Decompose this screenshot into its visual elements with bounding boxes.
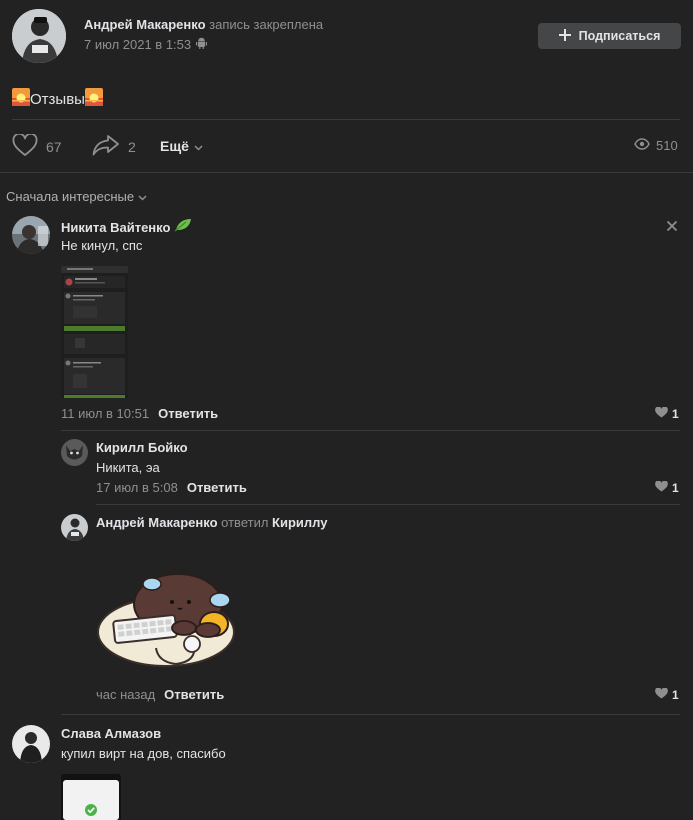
reply-author[interactable]: Андрей Макаренко — [96, 515, 218, 530]
comment-date[interactable]: 11 июл в 10:51 — [61, 406, 149, 421]
subscribe-button[interactable]: Подписаться — [538, 23, 681, 49]
reply-date[interactable]: час назад — [96, 687, 155, 702]
heart-icon — [655, 406, 668, 421]
post-author-name[interactable]: Андрей Макаренко — [84, 17, 206, 32]
comments-sort-dropdown[interactable]: Сначала интересные — [6, 189, 147, 204]
divider — [61, 714, 680, 715]
post-like-button[interactable]: 67 — [12, 132, 62, 160]
comment-text: Не кинул, спс — [61, 238, 143, 253]
reply-text: Никита, эа — [96, 460, 160, 475]
share-arrow-icon — [92, 134, 120, 159]
comment-avatar[interactable] — [12, 725, 50, 763]
leaf-badge-icon — [174, 218, 192, 237]
heart-icon — [655, 480, 668, 495]
replied-word: ответил — [221, 515, 269, 530]
post-date[interactable]: 7 июл 2021 в 1:53 — [84, 37, 191, 52]
reply-avatar[interactable] — [61, 439, 88, 466]
chevron-down-icon — [138, 189, 147, 204]
post-text: Отзывы — [30, 90, 85, 108]
heart-icon — [12, 132, 38, 160]
post-share-button[interactable]: 2 — [92, 134, 136, 159]
heart-icon — [655, 687, 668, 702]
comment-avatar[interactable] — [12, 216, 50, 254]
reply-button[interactable]: Ответить — [164, 687, 224, 702]
comment-text: купил вирт на дов, спасибо — [61, 746, 226, 761]
divider — [0, 172, 693, 173]
comment-attachment-image[interactable] — [61, 266, 128, 398]
post-view-count: 510 — [656, 138, 678, 153]
comment-like-button[interactable]: 1 — [655, 406, 679, 421]
divider — [61, 430, 680, 431]
eye-icon — [634, 138, 650, 153]
reply-button[interactable]: Ответить — [158, 406, 218, 421]
sticker-image[interactable] — [96, 565, 238, 670]
divider — [12, 119, 680, 120]
reply-button[interactable]: Ответить — [187, 480, 247, 495]
post-share-count: 2 — [128, 138, 136, 155]
post-views: 510 — [634, 138, 678, 153]
comment-author[interactable]: Никита Вайтенко — [61, 220, 170, 235]
sunset-emoji-icon — [84, 88, 103, 110]
reply-like-button[interactable]: 1 — [655, 480, 679, 495]
reply-avatar[interactable] — [61, 514, 88, 541]
divider — [96, 504, 680, 505]
reply-author[interactable]: Кирилл Бойко — [96, 440, 188, 455]
chevron-down-icon — [194, 138, 203, 154]
android-icon — [196, 37, 208, 52]
replied-to-name[interactable]: Кириллу — [272, 515, 327, 530]
post-like-count: 67 — [46, 139, 62, 155]
reply-like-button[interactable]: 1 — [655, 687, 679, 702]
close-icon[interactable] — [666, 219, 678, 237]
sunset-emoji-icon — [12, 88, 30, 110]
reply-date[interactable]: 17 июл в 5:08 — [96, 480, 178, 495]
comment-author[interactable]: Слава Алмазов — [61, 726, 161, 741]
post-author-avatar[interactable] — [12, 9, 66, 63]
more-menu-button[interactable]: Ещё — [160, 138, 203, 154]
plus-icon — [558, 28, 571, 44]
comment-attachment-image[interactable] — [61, 774, 121, 820]
pinned-note: запись закреплена — [209, 17, 324, 32]
